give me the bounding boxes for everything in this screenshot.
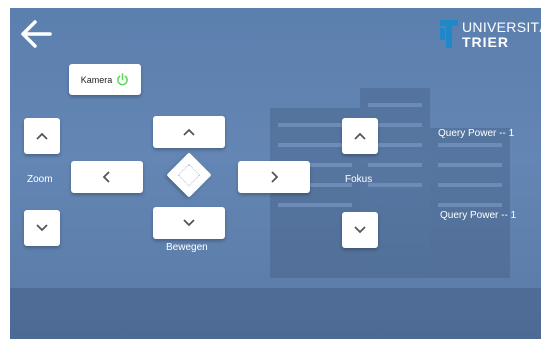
back-button[interactable] (18, 16, 54, 52)
ground-shadow (10, 288, 541, 339)
chevron-right-icon (271, 171, 279, 183)
logo-text-line1: UNIVERSITÄT (462, 19, 541, 35)
move-label: Bewegen (166, 242, 208, 253)
move-left-button[interactable] (71, 161, 143, 193)
focus-up-button[interactable] (342, 118, 378, 154)
zoom-label: Zoom (27, 174, 53, 185)
arrow-left-icon (21, 20, 52, 48)
university-logo-mark-icon (440, 20, 458, 48)
chevron-up-icon (36, 132, 48, 140)
query-power-status-1: Query Power -- 1 (438, 128, 515, 139)
move-up-button[interactable] (153, 116, 225, 148)
chevron-left-icon (102, 171, 110, 183)
chevron-up-icon (183, 128, 195, 136)
chevron-down-icon (36, 224, 48, 232)
focus-down-button[interactable] (342, 212, 378, 248)
camera-power-button[interactable]: Kamera (69, 64, 141, 95)
move-down-button[interactable] (153, 207, 225, 239)
university-logo: UNIVERSITÄT TRIER (440, 20, 541, 52)
zoom-in-button[interactable] (24, 118, 60, 154)
logo-text-line2: TRIER (462, 34, 509, 50)
chevron-down-icon (354, 226, 366, 234)
chevron-down-icon (183, 219, 195, 227)
camera-label: Kamera (80, 74, 113, 85)
power-icon (117, 73, 129, 86)
center-diamond-icon (177, 163, 201, 187)
control-panel: UNIVERSITÄT TRIER Kamera Zoom Bewegen Fo… (10, 8, 541, 339)
chevron-up-icon (354, 132, 366, 140)
query-power-status-2: Query Power -- 1 (440, 210, 517, 221)
focus-label: Fokus (345, 174, 373, 185)
move-right-button[interactable] (238, 161, 310, 193)
zoom-out-button[interactable] (24, 210, 60, 246)
move-center-button[interactable] (166, 152, 212, 198)
